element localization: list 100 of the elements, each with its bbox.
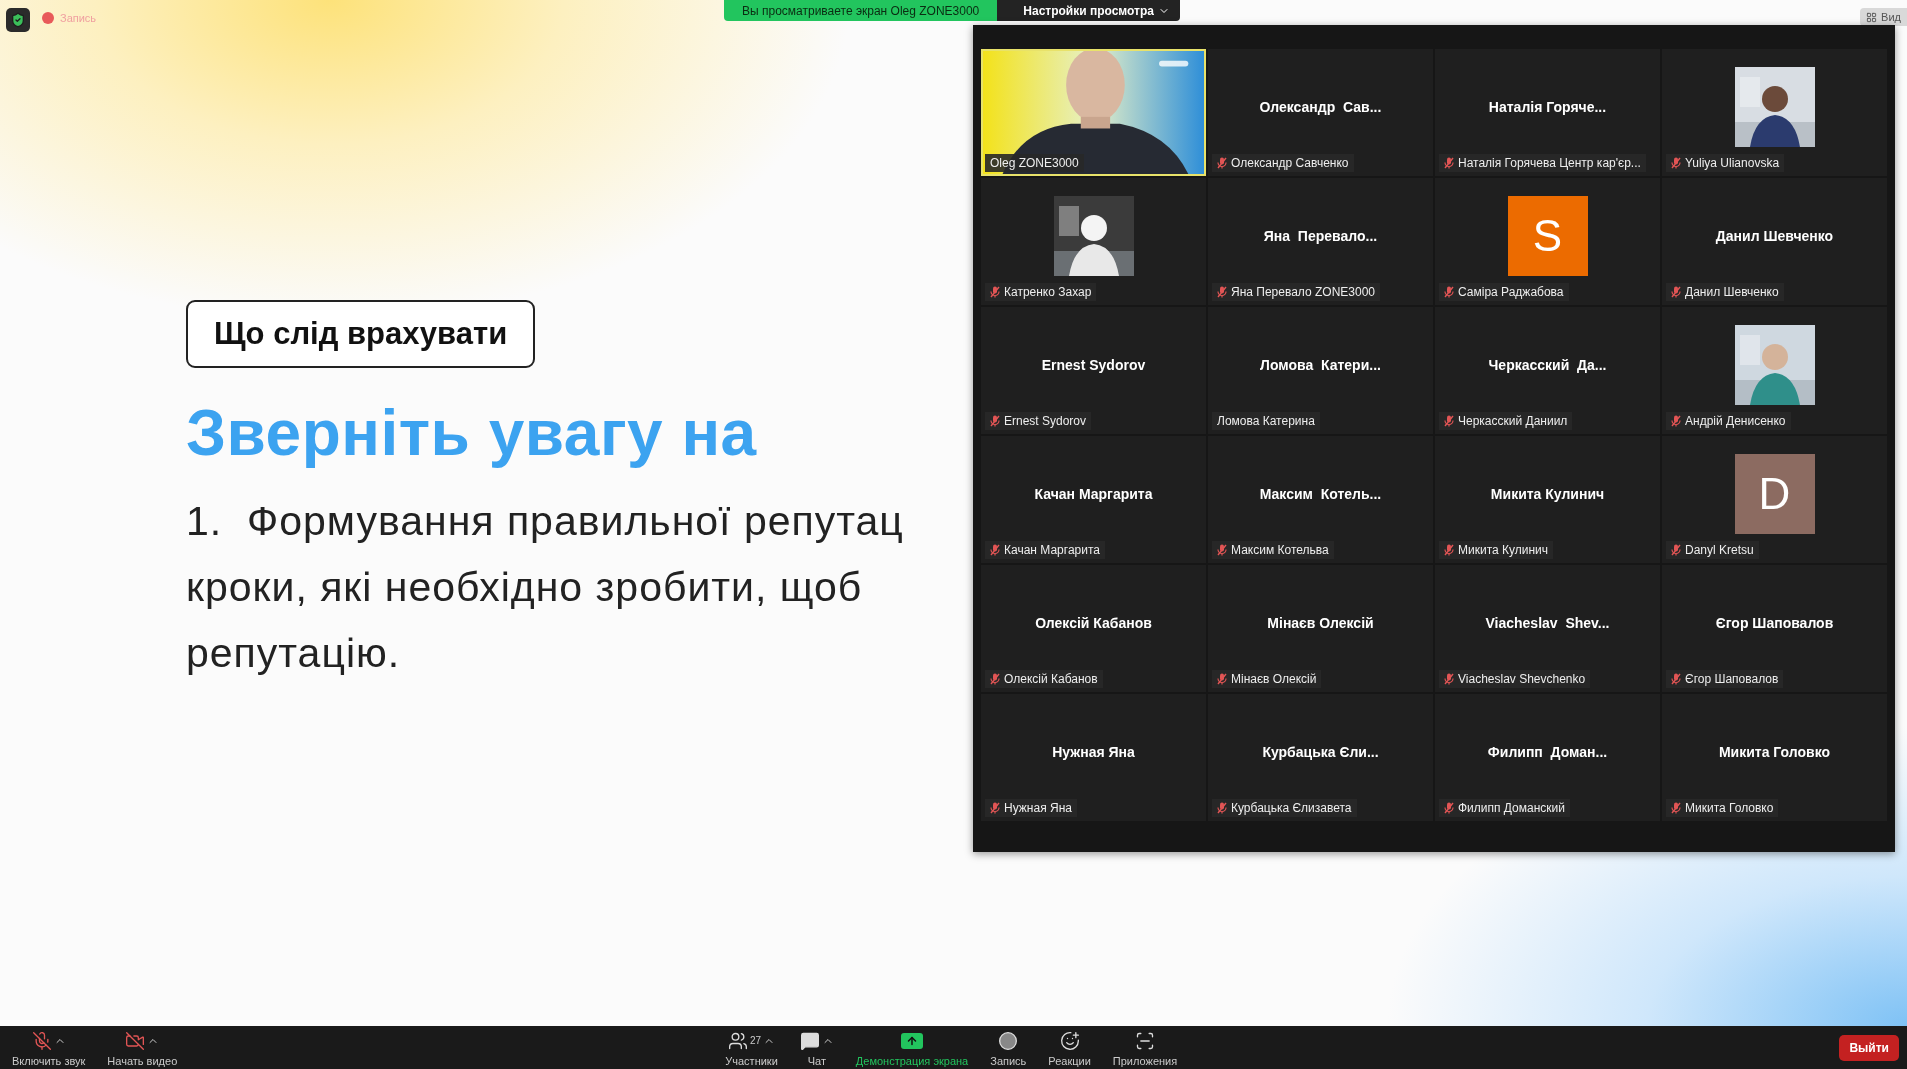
- video-button[interactable]: Начать видео: [103, 1028, 182, 1067]
- name-label: Мінаєв Олексій: [1212, 670, 1322, 688]
- chat-button[interactable]: Чат: [795, 1028, 838, 1067]
- participant-name: Данил Шевченко: [1715, 227, 1834, 244]
- participant-name: Олександр Сав...: [1259, 98, 1382, 115]
- muted-mic-icon: [990, 673, 1000, 685]
- view-button[interactable]: Вид: [1860, 8, 1907, 26]
- video-tile[interactable]: Ломова Катери... Ломова Катерина: [1208, 307, 1433, 434]
- audio-button[interactable]: Включить звук: [8, 1028, 90, 1067]
- muted-mic-icon: [1444, 673, 1454, 685]
- initial-avatar: S: [1507, 195, 1588, 276]
- participant-name: Черкасский Да...: [1488, 356, 1607, 373]
- muted-mic-icon: [1671, 544, 1681, 556]
- muted-mic-icon: [1444, 286, 1454, 298]
- name-label: Олександр Савченко: [1212, 154, 1354, 172]
- video-tile[interactable]: Ernest Sydorov Ernest Sydorov: [981, 307, 1206, 434]
- name-label: Черкасский Даниил: [1439, 412, 1573, 430]
- video-tile[interactable]: Микита Кулинич Микита Кулинич: [1435, 436, 1660, 563]
- apps-button[interactable]: Приложения: [1108, 1028, 1182, 1067]
- slide-heading: Зверніть увагу на: [186, 396, 757, 470]
- participant-name: Качан Маргарита: [1034, 485, 1153, 502]
- participant-name: Ломова Катери...: [1260, 356, 1381, 373]
- muted-mic-icon: [1444, 802, 1454, 814]
- recording-label: Запись: [60, 12, 97, 24]
- participant-name: Микита Головко: [1718, 743, 1831, 760]
- name-label: Danyl Kretsu: [1666, 541, 1759, 559]
- name-label: Курбацька Єлизавета: [1212, 799, 1357, 817]
- participant-name: Viacheslav Shev...: [1485, 614, 1610, 631]
- participant-name: Филипп Доман...: [1487, 743, 1608, 760]
- video-tile[interactable]: Данил Шевченко Данил Шевченко: [1662, 178, 1887, 305]
- muted-mic-icon: [990, 286, 1000, 298]
- smile-icon: [1059, 1030, 1080, 1051]
- name-label: Олексій Кабанов: [985, 670, 1103, 688]
- share-button[interactable]: Демонстрация экрана: [851, 1028, 973, 1067]
- apps-icon: [1135, 1030, 1155, 1051]
- view-options-button[interactable]: Настройки просмотра: [997, 0, 1180, 21]
- video-tile[interactable]: S Саміра Раджабова: [1435, 178, 1660, 305]
- name-label: Саміра Раджабова: [1439, 283, 1569, 301]
- initial-avatar: D: [1734, 453, 1815, 534]
- name-label: Качан Маргарита: [985, 541, 1105, 559]
- muted-mic-icon: [1217, 802, 1227, 814]
- muted-mic-icon: [1444, 157, 1454, 169]
- participant-name: Мінаєв Олексій: [1267, 614, 1374, 631]
- video-tile[interactable]: Oleg ZONE3000: [981, 49, 1206, 176]
- name-label: Яна Перевало ZONE3000: [1212, 283, 1381, 301]
- leave-button[interactable]: Выйти: [1839, 1034, 1899, 1061]
- video-tile[interactable]: Олександр Сав... Олександр Савченко: [1208, 49, 1433, 176]
- participants-icon: [728, 1030, 748, 1051]
- slide-text: репутацію.: [186, 629, 401, 678]
- muted-mic-icon: [1444, 415, 1454, 427]
- muted-mic-icon: [1671, 673, 1681, 685]
- video-tile[interactable]: Курбацька Єли... Курбацька Єлизавета: [1208, 694, 1433, 821]
- muted-mic-icon: [1671, 286, 1681, 298]
- video-tile[interactable]: Андрій Денисенко: [1662, 307, 1887, 434]
- participant-name: Максим Котель...: [1259, 485, 1382, 502]
- video-tile[interactable]: Єгор Шаповалов Єгор Шаповалов: [1662, 565, 1887, 692]
- name-label: Ломова Катерина: [1212, 412, 1320, 430]
- grid-icon: [1866, 11, 1878, 23]
- slide-text: 1. Формування правильної репутац: [186, 497, 904, 546]
- name-label: Yuliya Ulianovska: [1666, 154, 1785, 172]
- record-button[interactable]: Запись: [986, 1028, 1031, 1067]
- video-tile[interactable]: Максим Котель... Максим Котельва: [1208, 436, 1433, 563]
- video-tile[interactable]: Viacheslav Shev... Viacheslav Shevchenko: [1435, 565, 1660, 692]
- muted-mic-icon: [990, 802, 1000, 814]
- name-label: Андрій Денисенко: [1666, 412, 1791, 430]
- video-tile[interactable]: Яна Перевало... Яна Перевало ZONE3000: [1208, 178, 1433, 305]
- participants-button[interactable]: 27 Участники: [721, 1028, 782, 1067]
- name-label: Филипп Доманский: [1439, 799, 1570, 817]
- name-label: Ernest Sydorov: [985, 412, 1092, 430]
- participant-name: Курбацька Єли...: [1262, 743, 1379, 760]
- reactions-button[interactable]: Реакции: [1044, 1028, 1095, 1067]
- participant-name: Микита Кулинич: [1490, 485, 1605, 502]
- video-tile[interactable]: D Danyl Kretsu: [1662, 436, 1887, 563]
- name-label: Данил Шевченко: [1666, 283, 1784, 301]
- muted-mic-icon: [1217, 544, 1227, 556]
- sharing-notice: Вы просматриваете экран Oleg ZONE3000: [724, 0, 998, 21]
- slide-text: кроки, які необхідно зробити, щоб: [186, 563, 863, 612]
- name-label: Наталія Горячева Центр кар'єр...: [1439, 154, 1646, 172]
- participant-name: Олексій Кабанов: [1035, 614, 1152, 631]
- muted-mic-icon: [1217, 673, 1227, 685]
- video-tile[interactable]: Качан Маргарита Качан Маргарита: [981, 436, 1206, 563]
- video-tile[interactable]: Филипп Доман... Филипп Доманский: [1435, 694, 1660, 821]
- muted-mic-icon: [31, 1030, 52, 1051]
- muted-mic-icon: [1671, 415, 1681, 427]
- video-tile[interactable]: Олексій Кабанов Олексій Кабанов: [981, 565, 1206, 692]
- shield-icon[interactable]: [6, 8, 30, 32]
- participant-name: Нужная Яна: [1052, 743, 1135, 760]
- participant-name: Єгор Шаповалов: [1715, 614, 1834, 631]
- video-tile[interactable]: Мінаєв Олексій Мінаєв Олексій: [1208, 565, 1433, 692]
- record-dot-icon: [42, 12, 54, 24]
- video-tile[interactable]: Черкасский Да... Черкасский Даниил: [1435, 307, 1660, 434]
- video-tile[interactable]: Нужная Яна Нужная Яна: [981, 694, 1206, 821]
- name-label: Нужная Яна: [985, 799, 1077, 817]
- participant-name: Яна Перевало...: [1263, 227, 1378, 244]
- video-tile[interactable]: Микита Головко Микита Головко: [1662, 694, 1887, 821]
- share-screen-icon: [901, 1032, 924, 1049]
- video-tile[interactable]: Наталія Горяче... Наталія Горячева Центр кар'єр...: [1435, 49, 1660, 176]
- name-label: Микита Головко: [1666, 799, 1779, 817]
- video-tile[interactable]: Катренко Захар: [981, 178, 1206, 305]
- video-tile[interactable]: Yuliya Ulianovska: [1662, 49, 1887, 176]
